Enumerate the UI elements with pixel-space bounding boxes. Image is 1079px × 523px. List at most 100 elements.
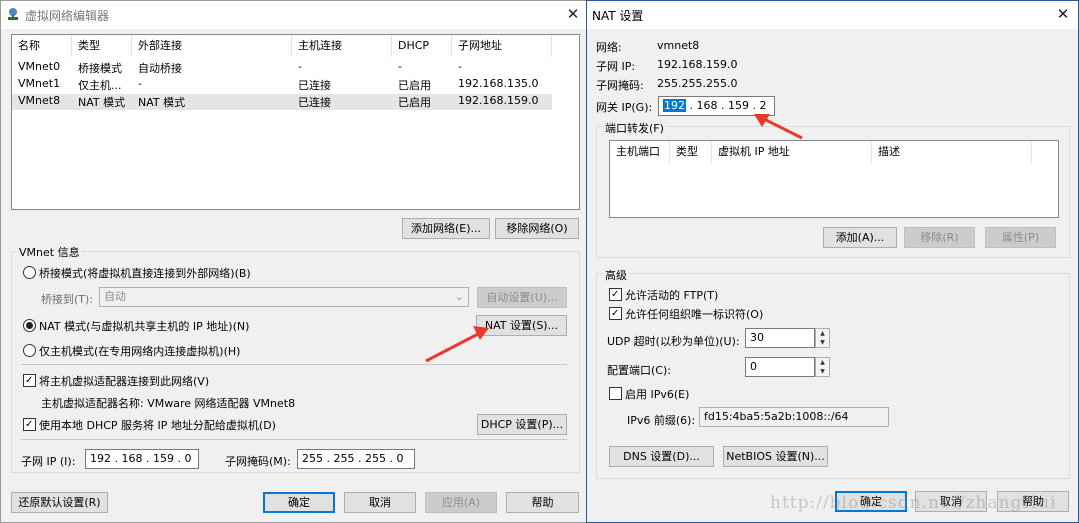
host-only-radio[interactable]: [23, 344, 36, 357]
network-label: 网络:: [596, 41, 622, 54]
subnet-mask-field[interactable]: 255 . 255 . 255 . 0: [297, 449, 415, 469]
cancel-button[interactable]: 取消: [344, 492, 416, 513]
auto-settings-button[interactable]: 自动设置(U)...: [477, 287, 567, 308]
dns-settings-button[interactable]: DNS 设置(D)...: [609, 446, 714, 467]
table-row[interactable]: VMnet0 桥接模式 自动桥接 - - -: [12, 60, 579, 76]
subnet-mask-label: 子网掩码:: [596, 79, 644, 92]
gateway-ip-field[interactable]: 192 . 168 . 159 . 2: [658, 96, 775, 116]
title-bar: NAT 设置 ✕: [587, 1, 1078, 29]
host-only-label[interactable]: 仅主机模式(在专用网络内连接虚拟机)(H): [39, 343, 240, 359]
restore-defaults-button[interactable]: 还原默认设置(R): [11, 492, 108, 513]
use-dhcp-checkbox[interactable]: [23, 418, 36, 431]
stepper-down-icon[interactable]: ▼: [816, 367, 829, 376]
bridge-mode-label[interactable]: 桥接模式(将虚拟机直接连接到外部网络)(B): [39, 265, 251, 281]
udp-timeout-label: UDP 超时(以秒为单位)(U):: [607, 335, 740, 348]
apply-button[interactable]: 应用(A): [425, 492, 497, 513]
table-cell: 桥接模式: [78, 62, 122, 75]
connect-adapter-checkbox[interactable]: [23, 374, 36, 387]
divider: [21, 364, 567, 365]
port-forwarding-table[interactable]: 主机端口 类型 虚拟机 IP 地址 描述: [609, 140, 1059, 218]
config-port-field[interactable]: 0: [745, 357, 815, 377]
window-title: NAT 设置: [592, 9, 644, 23]
column-header[interactable]: DHCP: [392, 35, 452, 57]
netbios-settings-button[interactable]: NetBIOS 设置(N)...: [723, 446, 828, 467]
table-cell: 192.168.135.0: [458, 77, 539, 90]
udp-timeout-field[interactable]: 30: [745, 328, 815, 348]
table-row-selected[interactable]: VMnet8 NAT 模式 NAT 模式 已连接 已启用 192.168.159…: [12, 94, 552, 110]
column-header[interactable]: 类型: [670, 141, 712, 163]
properties-button[interactable]: 属性(P): [985, 227, 1056, 248]
close-icon[interactable]: ✕: [1053, 4, 1073, 24]
stepper-up-icon[interactable]: ▲: [816, 358, 829, 367]
table-cell: 已连接: [298, 79, 331, 92]
nat-settings-button[interactable]: NAT 设置(S)...: [476, 315, 567, 336]
column-header[interactable]: 描述: [872, 141, 1032, 163]
use-dhcp-label[interactable]: 使用本地 DHCP 服务将 IP 地址分配给虚拟机(D): [39, 417, 276, 433]
bridged-to-select: 自动 ⌄: [99, 287, 469, 307]
column-header[interactable]: 外部连接: [132, 35, 292, 57]
network-table[interactable]: 名称 类型 外部连接 主机连接 DHCP 子网地址 VMnet0 桥接模式 自动…: [11, 34, 580, 210]
nat-mode-radio[interactable]: [23, 319, 36, 332]
column-header[interactable]: 名称: [12, 35, 72, 57]
stepper-up-icon[interactable]: ▲: [816, 329, 829, 338]
window-title: 虚拟网络编辑器: [25, 9, 110, 23]
gateway-ip-selected: 192: [663, 99, 686, 112]
config-port-label: 配置端口(C):: [607, 364, 671, 377]
gateway-ip-rest: . 168 . 159 . 2: [689, 99, 767, 112]
table-cell: 自动桥接: [138, 62, 182, 75]
add-port-button[interactable]: 添加(A)...: [823, 227, 897, 248]
ipv6-prefix-field[interactable]: fd15:4ba5:5a2b:1008::/64: [699, 407, 889, 427]
table-row[interactable]: VMnet1 仅主机... - 已连接 已启用 192.168.135.0: [12, 77, 579, 93]
allow-ftp-label[interactable]: 允许活动的 FTP(T): [625, 287, 718, 303]
column-header[interactable]: 虚拟机 IP 地址: [712, 141, 872, 163]
table-cell: VMnet1: [18, 77, 61, 90]
config-port-stepper[interactable]: ▲ ▼: [815, 357, 830, 377]
table-cell: NAT 模式: [138, 96, 186, 109]
bridged-to-value: 自动: [104, 290, 126, 303]
udp-timeout-stepper[interactable]: ▲ ▼: [815, 328, 830, 348]
connect-adapter-label[interactable]: 将主机虚拟适配器连接到此网络(V): [39, 373, 209, 389]
dhcp-settings-button[interactable]: DHCP 设置(P)...: [477, 414, 567, 435]
virtual-network-editor-window: 虚拟网络编辑器 ✕ 名称 类型 外部连接 主机连接 DHCP 子网地址 VMne…: [0, 0, 588, 523]
port-forwarding-label: 端口转发(F): [603, 120, 666, 136]
chevron-down-icon: ⌄: [454, 290, 464, 303]
help-button[interactable]: 帮助: [506, 492, 579, 513]
table-cell: -: [398, 60, 402, 73]
bridge-mode-radio[interactable]: [23, 266, 36, 279]
table-cell: 已启用: [398, 96, 431, 109]
enable-ipv6-label[interactable]: 启用 IPv6(E): [625, 386, 689, 402]
allow-oui-checkbox[interactable]: [609, 307, 622, 320]
gateway-ip-label: 网关 IP(G):: [596, 101, 653, 114]
allow-oui-label[interactable]: 允许任何组织唯一标识符(O): [625, 306, 763, 322]
add-network-button[interactable]: 添加网络(E)...: [402, 218, 490, 239]
nat-mode-label[interactable]: NAT 模式(与虚拟机共享主机的 IP 地址)(N): [39, 318, 249, 334]
column-header[interactable]: 子网地址: [452, 35, 552, 57]
table-cell: 已连接: [298, 96, 331, 109]
table-cell: -: [298, 60, 302, 73]
subnet-ip-field[interactable]: 192 . 168 . 159 . 0: [85, 449, 199, 469]
table-cell: NAT 模式: [78, 96, 126, 109]
enable-ipv6-checkbox[interactable]: [609, 387, 622, 400]
allow-ftp-checkbox[interactable]: [609, 288, 622, 301]
subnet-mask-label: 子网掩码(M):: [225, 455, 291, 468]
remove-port-button[interactable]: 移除(R): [904, 227, 975, 248]
subnet-ip-label: 子网 IP (I):: [21, 455, 76, 468]
column-header[interactable]: 主机端口: [610, 141, 670, 163]
network-value: vmnet8: [657, 39, 700, 52]
table-cell: -: [138, 77, 142, 90]
advanced-label: 高级: [603, 267, 629, 283]
divider: [21, 439, 567, 440]
table-cell: 已启用: [398, 79, 431, 92]
remove-network-button[interactable]: 移除网络(O): [495, 218, 579, 239]
table-cell: VMnet0: [18, 60, 61, 73]
column-header[interactable]: 主机连接: [292, 35, 392, 57]
ok-button[interactable]: 确定: [263, 492, 335, 513]
app-icon: [8, 8, 18, 20]
table-cell: VMnet8: [18, 94, 61, 107]
column-header[interactable]: 类型: [72, 35, 132, 57]
close-icon[interactable]: ✕: [563, 4, 583, 24]
stepper-down-icon[interactable]: ▼: [816, 338, 829, 347]
watermark: http://blog.csdn.net/zhangHui: [770, 493, 1057, 513]
ipv6-prefix-label: IPv6 前缀(6):: [627, 414, 696, 427]
subnet-mask-value: 255.255.255.0: [657, 77, 738, 90]
